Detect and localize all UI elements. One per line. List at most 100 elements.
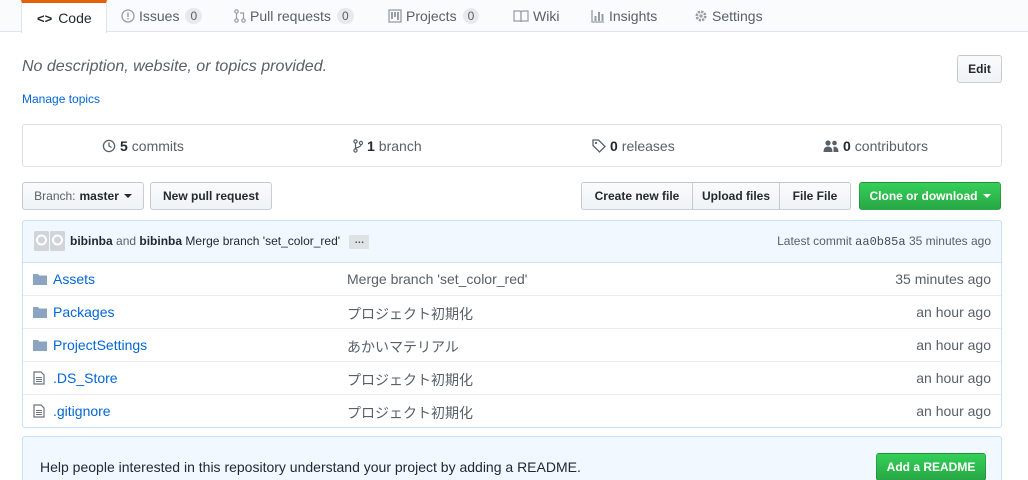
file-age: an hour ago xyxy=(916,403,991,419)
tab-issues-label: Issues xyxy=(139,8,180,24)
file-icon xyxy=(33,404,45,421)
gear-icon xyxy=(694,9,708,23)
file-name-link[interactable]: .gitignore xyxy=(53,403,111,419)
file-age: an hour ago xyxy=(916,304,991,320)
file-commit-message[interactable]: あかいマテリアル xyxy=(347,337,459,357)
git-branch-icon xyxy=(353,138,363,153)
commit-message-link[interactable]: Merge branch 'set_color_red' xyxy=(185,234,340,248)
upload-files-button[interactable]: Upload files xyxy=(692,182,780,210)
table-row: .gitignore プロジェクト初期化 an hour ago xyxy=(23,394,1001,427)
readme-prompt-text: Help people interested in this repositor… xyxy=(40,459,581,475)
commits-count: 5 xyxy=(120,137,128,154)
avatar[interactable] xyxy=(34,231,49,251)
readme-prompt-banner: Help people interested in this repositor… xyxy=(22,436,1002,480)
avatar[interactable] xyxy=(50,231,65,251)
latest-commit-info: Latest commit aa0b85a 35 minutes ago xyxy=(777,234,991,249)
issues-counter: 0 xyxy=(185,8,203,24)
manage-topics-link[interactable]: Manage topics xyxy=(22,92,100,106)
caret-down-icon xyxy=(123,194,132,198)
table-row: Assets Merge branch 'set_color_red' 35 m… xyxy=(23,262,1001,295)
repo-nav-tabs: <> Code Issues 0 Pull requests 0 Project… xyxy=(0,0,1028,33)
latest-commit-label: Latest commit xyxy=(777,234,852,248)
table-row: Packages プロジェクト初期化 an hour ago xyxy=(23,295,1001,328)
file-name-link[interactable]: Packages xyxy=(53,304,114,320)
projects-counter: 0 xyxy=(462,8,480,24)
file-commit-message[interactable]: プロジェクト初期化 xyxy=(347,403,473,423)
new-pull-request-button[interactable]: New pull request xyxy=(150,182,272,210)
find-file-button[interactable]: File File xyxy=(779,182,851,210)
history-icon xyxy=(102,139,116,153)
file-commit-message[interactable]: プロジェクト初期化 xyxy=(347,304,473,324)
contributors-label: contributors xyxy=(854,137,928,154)
tab-wiki-label: Wiki xyxy=(533,8,560,24)
commit-summary: bibinba and bibinba Merge branch 'set_co… xyxy=(70,234,370,249)
commit-age: 35 minutes ago xyxy=(908,234,991,248)
file-name-link[interactable]: ProjectSettings xyxy=(53,337,147,353)
tab-projects-label: Projects xyxy=(406,8,457,24)
branch-label: branch xyxy=(378,137,422,154)
tab-code-label: Code xyxy=(58,10,92,26)
file-list: Assets Merge branch 'set_color_red' 35 m… xyxy=(22,262,1002,428)
folder-icon xyxy=(33,305,47,321)
expand-commit-button[interactable]: … xyxy=(349,234,370,249)
branch-count: 1 xyxy=(367,137,375,154)
commits-summary[interactable]: 5 commits xyxy=(102,125,184,166)
file-age: an hour ago xyxy=(916,337,991,353)
book-icon xyxy=(513,9,529,23)
add-readme-button[interactable]: Add a README xyxy=(876,453,986,480)
branch-prefix-label: Branch: xyxy=(34,189,76,203)
releases-count: 0 xyxy=(610,137,618,154)
file-icon xyxy=(33,371,45,388)
file-commit-message[interactable]: Merge branch 'set_color_red' xyxy=(347,271,527,287)
tab-projects[interactable]: Projects 0 xyxy=(388,0,480,32)
file-actions-group: Create new file Upload files File File xyxy=(581,182,851,210)
releases-summary[interactable]: 0 releases xyxy=(592,125,675,166)
graph-icon xyxy=(591,9,605,23)
branch-select-button[interactable]: Branch: master xyxy=(22,182,144,210)
file-name-link[interactable]: .DS_Store xyxy=(53,370,118,386)
file-commit-message[interactable]: プロジェクト初期化 xyxy=(347,370,473,390)
latest-commit-bar: bibinba and bibinba Merge branch 'set_co… xyxy=(22,220,1002,263)
git-pull-request-icon xyxy=(234,9,246,23)
tab-issues[interactable]: Issues 0 xyxy=(121,0,203,32)
tab-settings[interactable]: Settings xyxy=(694,0,763,32)
releases-label: releases xyxy=(621,137,675,154)
branch-summary[interactable]: 1 branch xyxy=(353,125,422,166)
commit-committer-link[interactable]: bibinba xyxy=(139,234,182,248)
commit-sha-link[interactable]: aa0b85a xyxy=(855,235,905,249)
clone-or-download-button[interactable]: Clone or download xyxy=(859,182,1001,210)
tab-wiki[interactable]: Wiki xyxy=(513,0,559,32)
file-age: an hour ago xyxy=(916,370,991,386)
issue-opened-icon xyxy=(121,9,135,23)
file-age: 35 minutes ago xyxy=(895,271,991,287)
repo-description: No description, website, or topics provi… xyxy=(22,58,328,75)
repo-summary-bar: 5 commits 1 branch 0 releases 0 contribu… xyxy=(22,124,1002,167)
contributors-summary[interactable]: 0 contributors xyxy=(823,125,928,166)
pull-requests-counter: 0 xyxy=(336,8,354,24)
commit-author-link[interactable]: bibinba xyxy=(70,234,113,248)
tab-pull-requests[interactable]: Pull requests 0 xyxy=(234,0,354,32)
commit-avatars xyxy=(34,231,65,251)
folder-icon xyxy=(33,338,47,354)
tab-settings-label: Settings xyxy=(712,8,763,24)
caret-down-icon xyxy=(982,194,991,198)
clone-label: Clone or download xyxy=(869,189,978,203)
contributors-count: 0 xyxy=(843,137,851,154)
tab-insights-label: Insights xyxy=(609,8,658,24)
tab-code[interactable]: <> Code xyxy=(21,0,107,33)
edit-description-button[interactable]: Edit xyxy=(957,55,1002,83)
commits-label: commits xyxy=(131,137,184,154)
table-row: ProjectSettings あかいマテリアル an hour ago xyxy=(23,328,1001,361)
file-name-link[interactable]: Assets xyxy=(53,271,95,287)
people-icon xyxy=(823,139,839,153)
commit-and-text: and xyxy=(116,234,137,248)
tab-pull-requests-label: Pull requests xyxy=(250,8,331,24)
code-icon: <> xyxy=(37,10,53,26)
tag-icon xyxy=(592,138,606,153)
branch-name: master xyxy=(79,189,119,203)
table-row: .DS_Store プロジェクト初期化 an hour ago xyxy=(23,361,1001,394)
folder-icon xyxy=(33,272,47,288)
project-icon xyxy=(388,9,402,23)
create-new-file-button[interactable]: Create new file xyxy=(581,182,693,210)
tab-insights[interactable]: Insights xyxy=(591,0,657,32)
